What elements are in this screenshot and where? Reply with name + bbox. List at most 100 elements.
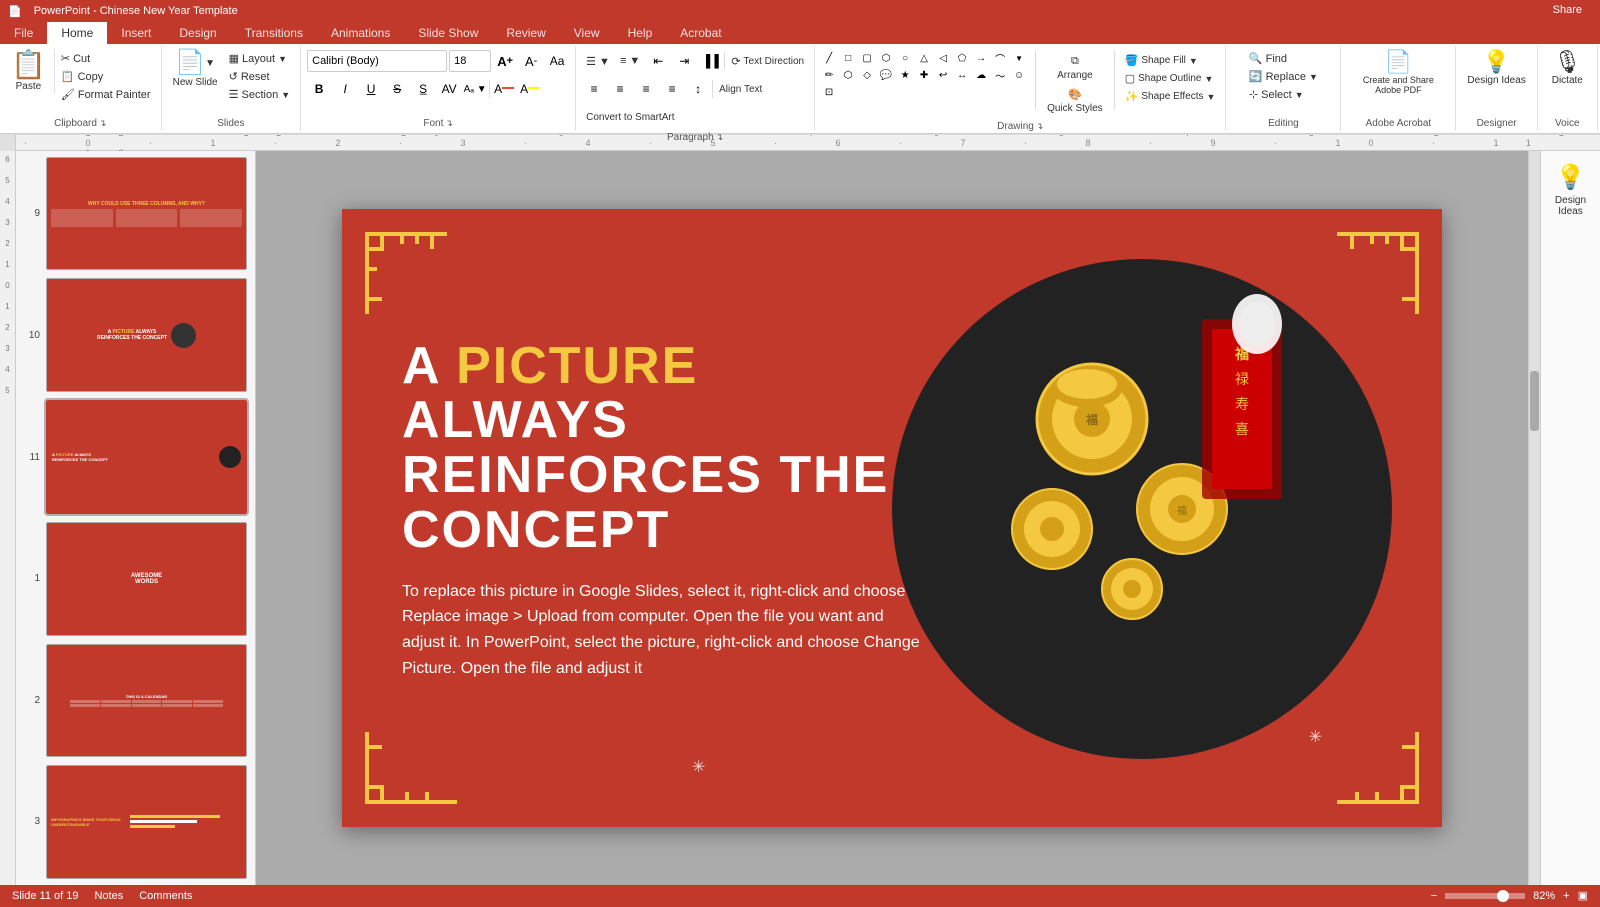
strikethrough-btn[interactable]: S bbox=[385, 78, 409, 100]
tab-home[interactable]: Home bbox=[47, 22, 107, 44]
drawing-label[interactable]: Drawing ↴ bbox=[997, 119, 1043, 132]
shadow-btn[interactable]: S̲ bbox=[411, 78, 435, 100]
clipboard-expand-icon[interactable]: ↴ bbox=[99, 118, 107, 129]
tab-file[interactable]: File bbox=[0, 22, 47, 44]
slide-thumb-2[interactable]: THIS IS A CALENDAR bbox=[46, 644, 247, 757]
arrange-btn[interactable]: ⧉ Arrange bbox=[1042, 52, 1108, 84]
font-size-small-btn[interactable]: Aₐ ▼ bbox=[463, 78, 487, 100]
clear-format-btn[interactable]: Aa bbox=[545, 50, 569, 72]
align-center-btn[interactable]: ≡ bbox=[608, 78, 632, 100]
tab-view[interactable]: View bbox=[560, 22, 614, 44]
tab-review[interactable]: Review bbox=[492, 22, 559, 44]
copy-button[interactable]: 📋 Copy bbox=[57, 68, 155, 85]
slide-thumb-9[interactable]: WHY COULD USE THREE COLUMNS, AND WHY? bbox=[46, 157, 247, 270]
shape-effects-btn[interactable]: ✨ Shape Effects ▼ bbox=[1121, 88, 1220, 105]
replace-btn[interactable]: 🔄 Replace ▼ bbox=[1245, 68, 1322, 85]
paste-button[interactable]: 📋 Paste bbox=[6, 48, 55, 95]
shape-outline-btn[interactable]: ▢ Shape Outline ▼ bbox=[1121, 70, 1220, 87]
zoom-slider[interactable] bbox=[1445, 893, 1525, 899]
slide-thumb-3[interactable]: INFOGRAPHICS MAKE YOUR IDEAS UNDERSTANDA… bbox=[46, 765, 247, 878]
line-spacing-btn[interactable]: ↕ bbox=[686, 78, 710, 100]
block-shape[interactable]: ⊡ bbox=[821, 85, 837, 99]
cloud-shape[interactable]: ☁ bbox=[973, 68, 989, 82]
diamond-shape[interactable]: ◇ bbox=[859, 68, 875, 82]
oval-shape[interactable]: ○ bbox=[897, 51, 913, 65]
dictate-btn[interactable]: 🎙 Dictate bbox=[1547, 48, 1588, 89]
align-right-btn[interactable]: ≡ bbox=[634, 78, 658, 100]
slide-thumb-1[interactable]: AWESOMEWORDS bbox=[46, 522, 247, 635]
reset-button[interactable]: ↺ Reset bbox=[225, 68, 295, 85]
slide-thumb-11[interactable]: A PICTURE ALWAYSREINFORCES THE CONCEPT bbox=[46, 400, 247, 514]
cut-button[interactable]: ✂ Cut bbox=[57, 50, 155, 67]
numbering-btn[interactable]: ≡ ▼ bbox=[616, 53, 644, 69]
format-painter-button[interactable]: 🖌 Format Painter bbox=[57, 86, 155, 103]
justify-btn[interactable]: ≡ bbox=[660, 78, 684, 100]
italic-btn[interactable]: I bbox=[333, 78, 357, 100]
cross-shape[interactable]: ✚ bbox=[916, 68, 932, 82]
quick-styles-btn[interactable]: 🎨 Quick Styles bbox=[1042, 85, 1108, 117]
arrow-shape[interactable]: → bbox=[973, 51, 989, 65]
design-ideas-btn[interactable]: 💡 Design Ideas bbox=[1462, 48, 1530, 89]
tab-design[interactable]: Design bbox=[165, 22, 230, 44]
bend-arrow-shape[interactable]: ↩ bbox=[935, 68, 951, 82]
tab-help[interactable]: Help bbox=[614, 22, 667, 44]
line-shape[interactable]: ╱ bbox=[821, 51, 837, 65]
select-btn[interactable]: ⊹ Select ▼ bbox=[1245, 86, 1322, 103]
section-button[interactable]: ☰ Section ▼ bbox=[225, 86, 295, 103]
font-expand-icon[interactable]: ↴ bbox=[445, 118, 453, 129]
tab-acrobat[interactable]: Acrobat bbox=[666, 22, 735, 44]
more-shapes[interactable]: ▼ bbox=[1011, 51, 1027, 65]
wave-shape[interactable]: 〜 bbox=[992, 68, 1008, 82]
align-left-btn[interactable]: ≡ bbox=[582, 78, 606, 100]
rect-shape[interactable]: □ bbox=[840, 51, 856, 65]
increase-font-btn[interactable]: A+ bbox=[493, 50, 517, 72]
char-spacing-btn[interactable]: AV bbox=[437, 78, 461, 100]
layout-button[interactable]: ▦ Layout ▼ bbox=[225, 50, 295, 67]
bullets-btn[interactable]: ☰ ▼ bbox=[582, 53, 614, 70]
double-arrow-shape[interactable]: ↔ bbox=[954, 68, 970, 82]
smiley-shape[interactable]: ☺ bbox=[1011, 68, 1027, 82]
design-ideas-panel-btn[interactable]: 💡 Design Ideas bbox=[1545, 159, 1596, 221]
rounded-rect-shape[interactable]: ▢ bbox=[859, 51, 875, 65]
create-pdf-btn[interactable]: 📄 Create and Share Adobe PDF bbox=[1353, 48, 1443, 98]
bold-btn[interactable]: B bbox=[307, 78, 331, 100]
tab-slideshow[interactable]: Slide Show bbox=[404, 22, 492, 44]
pentagon-shape[interactable]: ⬠ bbox=[954, 51, 970, 65]
tab-insert[interactable]: Insert bbox=[107, 22, 165, 44]
increase-indent-btn[interactable]: ⇥ bbox=[672, 50, 696, 72]
hexagon-shape[interactable]: ⬡ bbox=[840, 68, 856, 82]
zoom-in-btn[interactable]: + bbox=[1563, 890, 1569, 902]
tab-transitions[interactable]: Transitions bbox=[231, 22, 317, 44]
fit-btn[interactable]: ▣ bbox=[1578, 889, 1588, 902]
drawing-expand-icon[interactable]: ↴ bbox=[1036, 121, 1044, 132]
slide-thumb-10[interactable]: A PICTURE ALWAYSREINFORCES THE CONCEPT bbox=[46, 278, 247, 391]
slide-canvas[interactable]: ✳ ✳ ✳ ✳ A PICTURE ALWAYS REINFORCES THE … bbox=[342, 209, 1442, 827]
freeform-shape[interactable]: ✏ bbox=[821, 68, 837, 82]
zoom-out-btn[interactable]: − bbox=[1431, 890, 1437, 902]
curve-shape[interactable]: ⌒ bbox=[992, 51, 1008, 65]
columns-btn[interactable]: ▐▐ bbox=[698, 50, 722, 72]
vertical-scrollbar[interactable] bbox=[1528, 151, 1540, 885]
smartart-btn[interactable]: Convert to SmartArt bbox=[582, 110, 678, 125]
font-color-btn[interactable]: A bbox=[492, 78, 516, 100]
star-shape[interactable]: ★ bbox=[897, 68, 913, 82]
triangle-shape[interactable]: △ bbox=[916, 51, 932, 65]
new-slide-button[interactable]: 📄 ▼ New Slide bbox=[168, 48, 223, 91]
text-direction-btn[interactable]: ⟳ Text Direction bbox=[727, 53, 808, 70]
font-size-input[interactable] bbox=[449, 50, 491, 72]
align-text-btn[interactable]: Align Text bbox=[715, 82, 766, 97]
notes-btn[interactable]: Notes bbox=[94, 890, 123, 902]
scrollbar-thumb[interactable] bbox=[1530, 371, 1539, 431]
comments-btn[interactable]: Comments bbox=[139, 890, 192, 902]
share-button[interactable]: Share bbox=[1543, 2, 1592, 18]
tab-animations[interactable]: Animations bbox=[317, 22, 404, 44]
rtriangle-shape[interactable]: ◁ bbox=[935, 51, 951, 65]
callout-shape[interactable]: 💬 bbox=[878, 68, 894, 82]
find-btn[interactable]: 🔍 Find bbox=[1245, 50, 1322, 67]
highlight-color-btn[interactable]: A bbox=[518, 78, 542, 100]
font-name-input[interactable] bbox=[307, 50, 447, 72]
font-label[interactable]: Font ↴ bbox=[423, 116, 453, 129]
decrease-indent-btn[interactable]: ⇤ bbox=[646, 50, 670, 72]
shape-fill-btn[interactable]: 🪣 Shape Fill ▼ bbox=[1121, 52, 1220, 69]
snip-rect-shape[interactable]: ⬡ bbox=[878, 51, 894, 65]
